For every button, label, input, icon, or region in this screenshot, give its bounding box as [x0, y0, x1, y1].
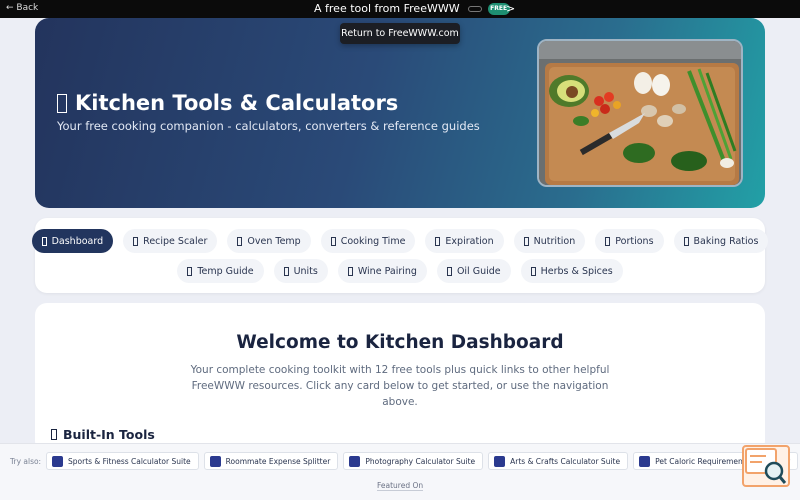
freewww-banner[interactable]: A free tool from FreeWWW FREE — [314, 2, 510, 15]
built-in-tools-heading: Built-In Tools — [51, 427, 155, 442]
nav-temp-guide[interactable]: Temp Guide — [177, 259, 264, 283]
nutrition-icon — [523, 236, 529, 246]
tool-navigation: Dashboard Recipe Scaler Oven Temp Cookin… — [31, 218, 769, 293]
sports-fitness-icon — [52, 455, 63, 467]
herbs-spices-icon — [530, 266, 536, 276]
recipe-scaler-icon — [133, 236, 139, 246]
dashboard-panel: Welcome to Kitchen Dashboard Your comple… — [35, 303, 765, 453]
banner-text: A free tool from FreeWWW — [314, 2, 460, 15]
link-label: Roommate Expense Splitter — [225, 456, 331, 466]
nav-recipe-scaler[interactable]: Recipe Scaler — [123, 229, 218, 253]
search-page-icon[interactable] — [742, 445, 790, 487]
nav-row-2: Temp Guide Units Wine Pairing Oil Guide … — [35, 259, 765, 283]
units-icon — [283, 266, 289, 276]
link-roommate-expense[interactable]: Roommate Expense Splitter — [203, 452, 339, 470]
oil-guide-icon — [446, 266, 452, 276]
dashboard-icon — [41, 236, 47, 246]
intro-text: Your complete cooking toolkit with 12 fr… — [190, 364, 610, 408]
nav-portions[interactable]: Portions — [595, 229, 664, 253]
nav-dashboard[interactable]: Dashboard — [31, 229, 114, 253]
link-photography[interactable]: Photography Calculator Suite — [343, 452, 484, 470]
chevron-right-icon[interactable]: > — [506, 2, 515, 15]
link-sports-fitness[interactable]: Sports & Fitness Calculator Suite — [46, 452, 199, 470]
try-also-label: Try also: — [10, 457, 42, 466]
nav-label: Temp Guide — [197, 265, 254, 277]
hero-banner: Kitchen Tools & Calculators Your free co… — [35, 18, 765, 208]
nav-label: Oil Guide — [456, 265, 501, 277]
arts-crafts-icon — [494, 455, 506, 467]
roommate-expense-icon — [209, 455, 221, 467]
nav-label: Herbs & Spices — [540, 265, 613, 277]
hero-subtitle: Your free cooking companion - calculator… — [57, 119, 480, 133]
nav-wine-pairing[interactable]: Wine Pairing — [337, 259, 427, 283]
nav-label: Nutrition — [533, 235, 576, 247]
nav-label: Wine Pairing — [357, 265, 417, 277]
back-link[interactable]: ← Back — [6, 3, 38, 13]
freewww-logo-icon — [467, 5, 482, 12]
related-tools: Sports & Fitness Calculator Suite Roomma… — [46, 452, 799, 470]
nav-nutrition[interactable]: Nutrition — [513, 229, 586, 253]
temp-guide-icon — [187, 266, 193, 276]
nav-label: Expiration — [445, 235, 494, 247]
photography-icon — [349, 455, 361, 467]
nav-units[interactable]: Units — [273, 259, 328, 283]
nav-row-1: Dashboard Recipe Scaler Oven Temp Cookin… — [31, 229, 769, 253]
nav-label: Units — [293, 265, 318, 277]
cutting-board-image — [537, 39, 743, 187]
magnifier-document-icon — [745, 448, 787, 484]
hero-title-text: Kitchen Tools & Calculators — [75, 91, 399, 115]
tools-icon — [51, 429, 57, 440]
nav-label: Baking Ratios — [693, 235, 759, 247]
expiration-icon — [435, 236, 441, 246]
nav-oil-guide[interactable]: Oil Guide — [436, 259, 511, 283]
nav-label: Recipe Scaler — [143, 235, 208, 247]
try-also-bar: Try also: Sports & Fitness Calculator Su… — [0, 443, 800, 500]
nav-label: Cooking Time — [340, 235, 406, 247]
nav-label: Oven Temp — [247, 235, 301, 247]
section-title: Built-In Tools — [63, 427, 155, 442]
return-tooltip: Return to FreeWWW.com — [340, 23, 460, 44]
link-arts-crafts[interactable]: Arts & Crafts Calculator Suite — [488, 452, 629, 470]
vegetables-illustration — [539, 41, 741, 185]
nav-oven-temp[interactable]: Oven Temp — [227, 229, 311, 253]
link-label: Sports & Fitness Calculator Suite — [68, 456, 191, 466]
cooking-time-icon — [330, 236, 336, 246]
nav-label: Dashboard — [51, 235, 104, 247]
nav-label: Portions — [615, 235, 654, 247]
nav-herbs-spices[interactable]: Herbs & Spices — [520, 259, 623, 283]
link-label: Arts & Crafts Calculator Suite — [510, 456, 621, 466]
featured-on-link[interactable]: Featured On — [377, 481, 424, 491]
nav-expiration[interactable]: Expiration — [425, 229, 504, 253]
wine-pairing-icon — [347, 266, 353, 276]
top-bar: ← Back A free tool from FreeWWW FREE > — [0, 0, 800, 18]
nav-baking-ratios[interactable]: Baking Ratios — [673, 229, 769, 253]
nav-cooking-time[interactable]: Cooking Time — [320, 229, 416, 253]
link-label: Photography Calculator Suite — [365, 456, 476, 466]
pet-caloric-icon — [639, 455, 651, 467]
page-title: Welcome to Kitchen Dashboard — [236, 332, 564, 353]
hero-title: Kitchen Tools & Calculators — [57, 91, 398, 115]
portions-icon — [605, 236, 611, 246]
baking-ratios-icon — [683, 236, 689, 246]
oven-temp-icon — [237, 236, 243, 246]
kitchen-icon — [57, 93, 67, 113]
